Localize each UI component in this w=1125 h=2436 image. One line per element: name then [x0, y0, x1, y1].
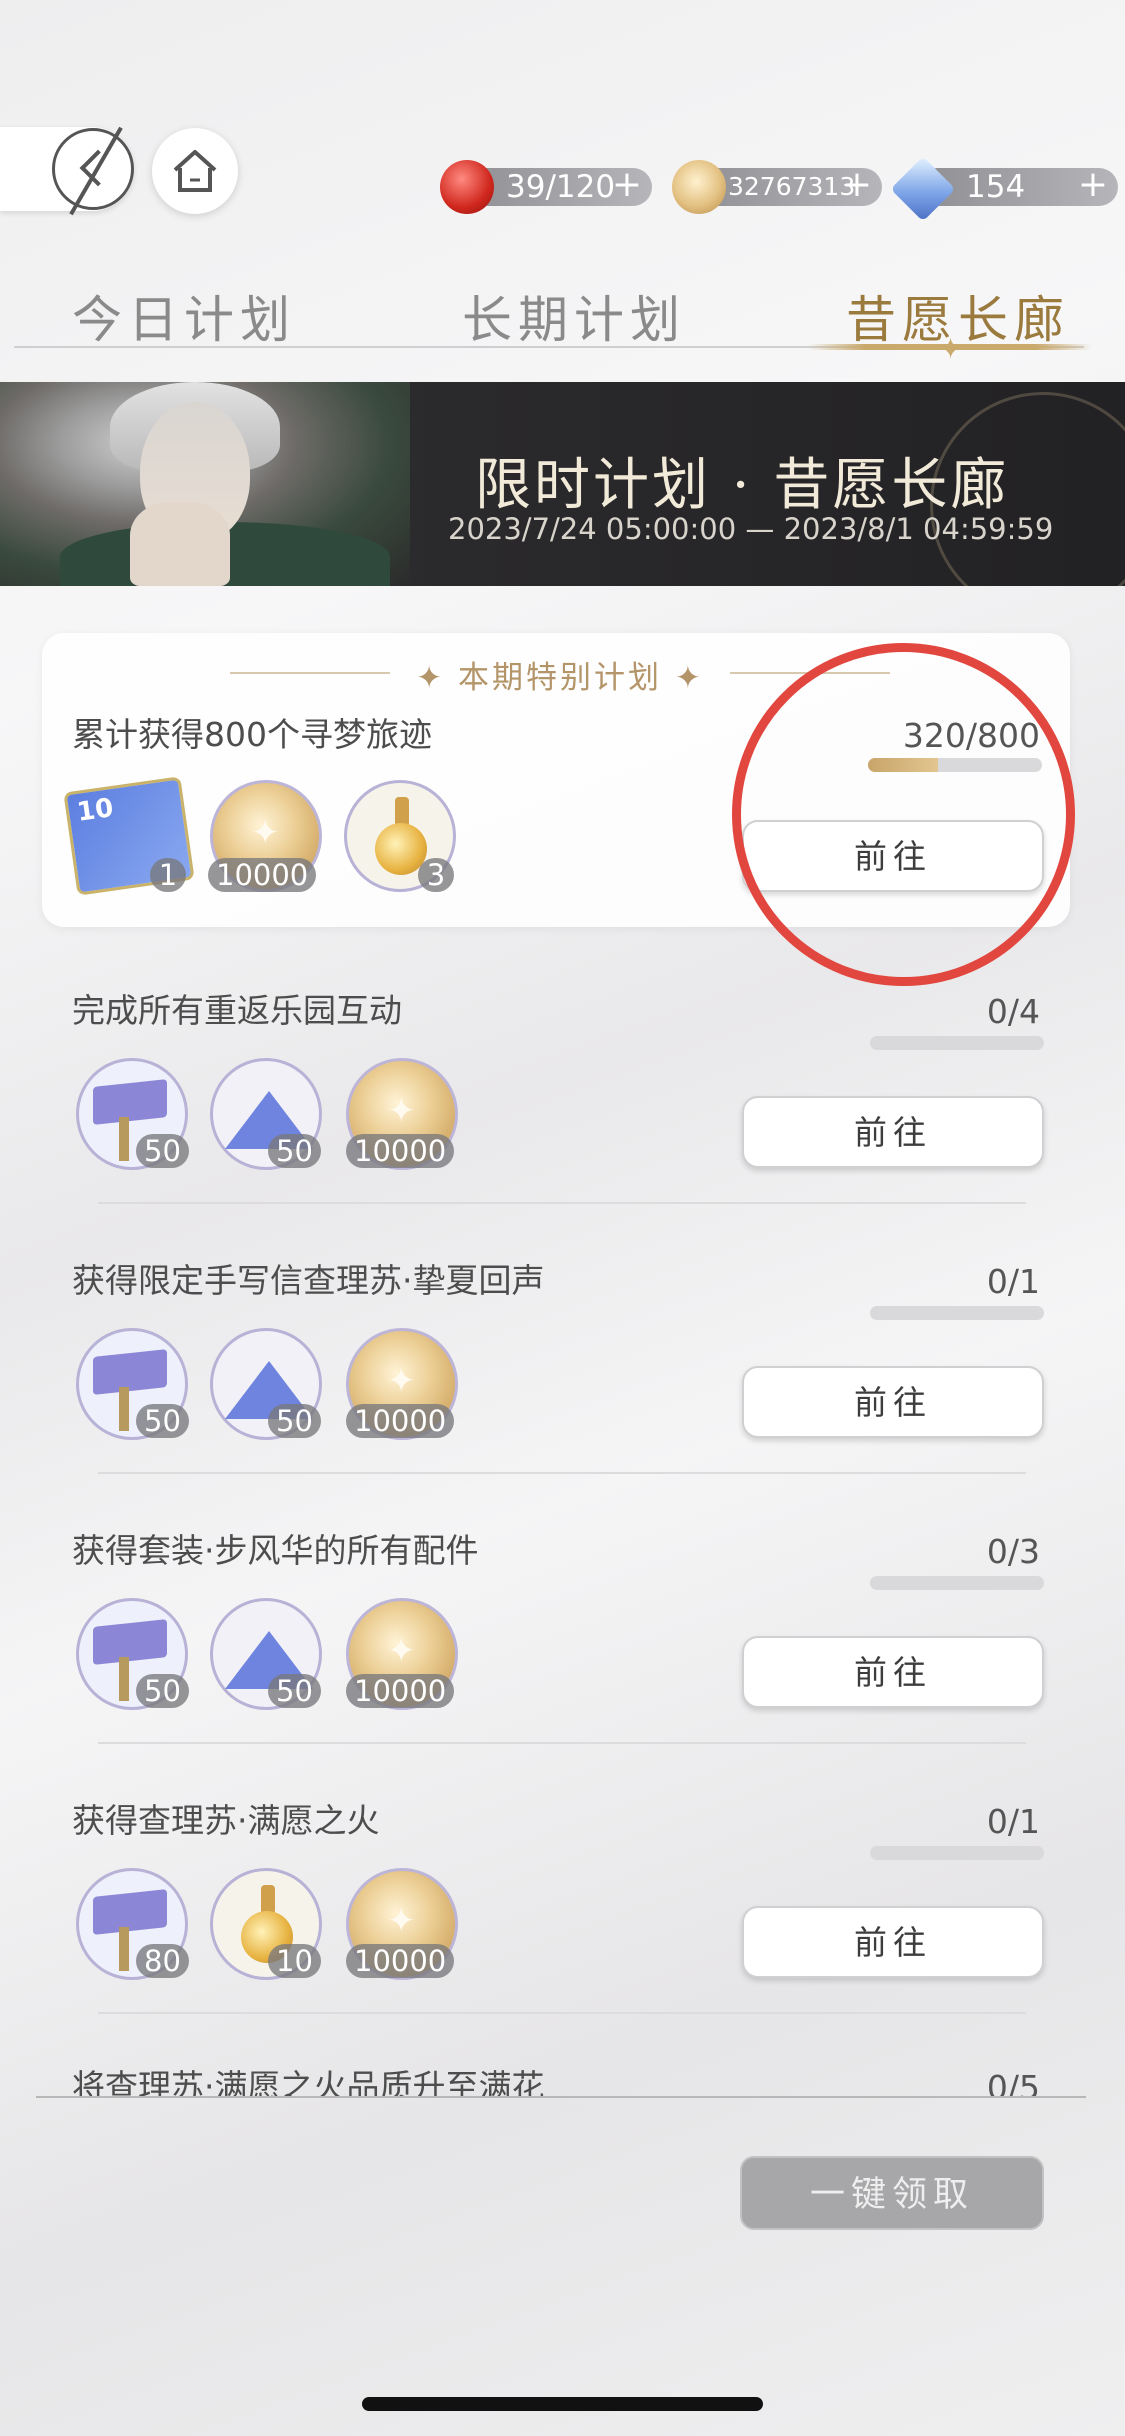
gold-coin-icon: [672, 160, 726, 214]
divider: [98, 2012, 1026, 2014]
go-button[interactable]: 前往: [742, 1366, 1044, 1438]
task-progress: 0/1: [986, 1802, 1040, 1841]
list-clip: 将查理苏·满愿之火品质升至满花 0/5: [0, 2050, 1125, 2096]
go-button[interactable]: 前往: [742, 1096, 1044, 1168]
reward-count: 3: [418, 858, 454, 892]
reward-count: 80: [136, 1944, 189, 1978]
reward-count: 50: [136, 1404, 189, 1438]
reward-count: 50: [268, 1674, 321, 1708]
back-button[interactable]: [52, 126, 134, 216]
divider: [98, 1202, 1026, 1204]
diamond-add-button[interactable]: +: [1078, 166, 1108, 204]
sparkle-icon: ✦: [416, 660, 458, 696]
go-button[interactable]: 前往: [742, 1906, 1044, 1978]
task-progress: 0/3: [986, 1532, 1040, 1571]
stamina-value: 39/120: [506, 169, 616, 205]
divider: [98, 1742, 1026, 1744]
event-banner: 限时计划 · 昔愿长廊 2023/7/24 05:00:00 — 2023/8/…: [0, 382, 1125, 586]
claim-all-button[interactable]: 一键领取: [740, 2156, 1044, 2230]
reward-count: 10000: [346, 1674, 455, 1708]
reward-count: 50: [268, 1134, 321, 1168]
task-title: 将查理苏·满愿之火品质升至满花: [72, 2067, 545, 2096]
divider: [98, 1472, 1026, 1474]
sparkle-icon: ✦: [938, 332, 964, 367]
banner-date-range: 2023/7/24 05:00:00 — 2023/8/1 04:59:59: [448, 512, 1054, 546]
go-button[interactable]: 前往: [742, 1636, 1044, 1708]
task-progress: 0/5: [986, 2068, 1040, 2096]
reward-count: 10000: [346, 1404, 455, 1438]
progress-bar: [870, 1846, 1044, 1860]
reward-count: 50: [268, 1404, 321, 1438]
apple-icon: [440, 160, 494, 214]
reward-count: 10000: [208, 858, 317, 892]
tab-today-plan[interactable]: 今日计划: [72, 280, 296, 352]
task-title: 累计获得800个寻梦旅迹: [72, 715, 432, 754]
highlight-circle-annotation: [732, 643, 1075, 986]
sparkle-icon: ✦: [662, 660, 704, 696]
character-portrait: [0, 382, 410, 586]
reward-count: 10000: [346, 1134, 455, 1168]
diamond-icon: [890, 156, 956, 222]
task-title: 完成所有重返乐园互动: [72, 991, 402, 1030]
task-progress: 0/4: [986, 992, 1040, 1031]
home-icon: [173, 150, 217, 192]
home-indicator[interactable]: [362, 2397, 763, 2411]
tab-long-term-plan[interactable]: 长期计划: [462, 280, 686, 352]
special-header-label: 本期特别计划: [458, 660, 662, 696]
task-title: 获得查理苏·满愿之火: [72, 1801, 380, 1840]
gold-value: 32767313: [728, 172, 856, 201]
reward-count: 50: [136, 1674, 189, 1708]
banner-title: 限时计划 · 昔愿长廊: [475, 453, 1010, 518]
gold-add-button[interactable]: +: [842, 166, 872, 204]
task-progress: 0/1: [986, 1262, 1040, 1301]
reward-count: 50: [136, 1134, 189, 1168]
progress-bar: [870, 1036, 1044, 1050]
list-bottom-border: [36, 2096, 1086, 2098]
reward-count: 10: [268, 1944, 321, 1978]
task-title: 获得套装·步风华的所有配件: [72, 1531, 479, 1570]
task-title: 获得限定手写信查理苏·挚夏回声: [72, 1261, 545, 1300]
back-arrow-icon: [79, 149, 117, 187]
reward-count: 10000: [346, 1944, 455, 1978]
stamina-add-button[interactable]: +: [612, 166, 642, 204]
progress-bar: [870, 1576, 1044, 1590]
reward-count: 1: [150, 858, 186, 892]
progress-bar: [870, 1306, 1044, 1320]
diamond-value: 154: [966, 169, 1026, 205]
home-button[interactable]: [152, 128, 238, 214]
